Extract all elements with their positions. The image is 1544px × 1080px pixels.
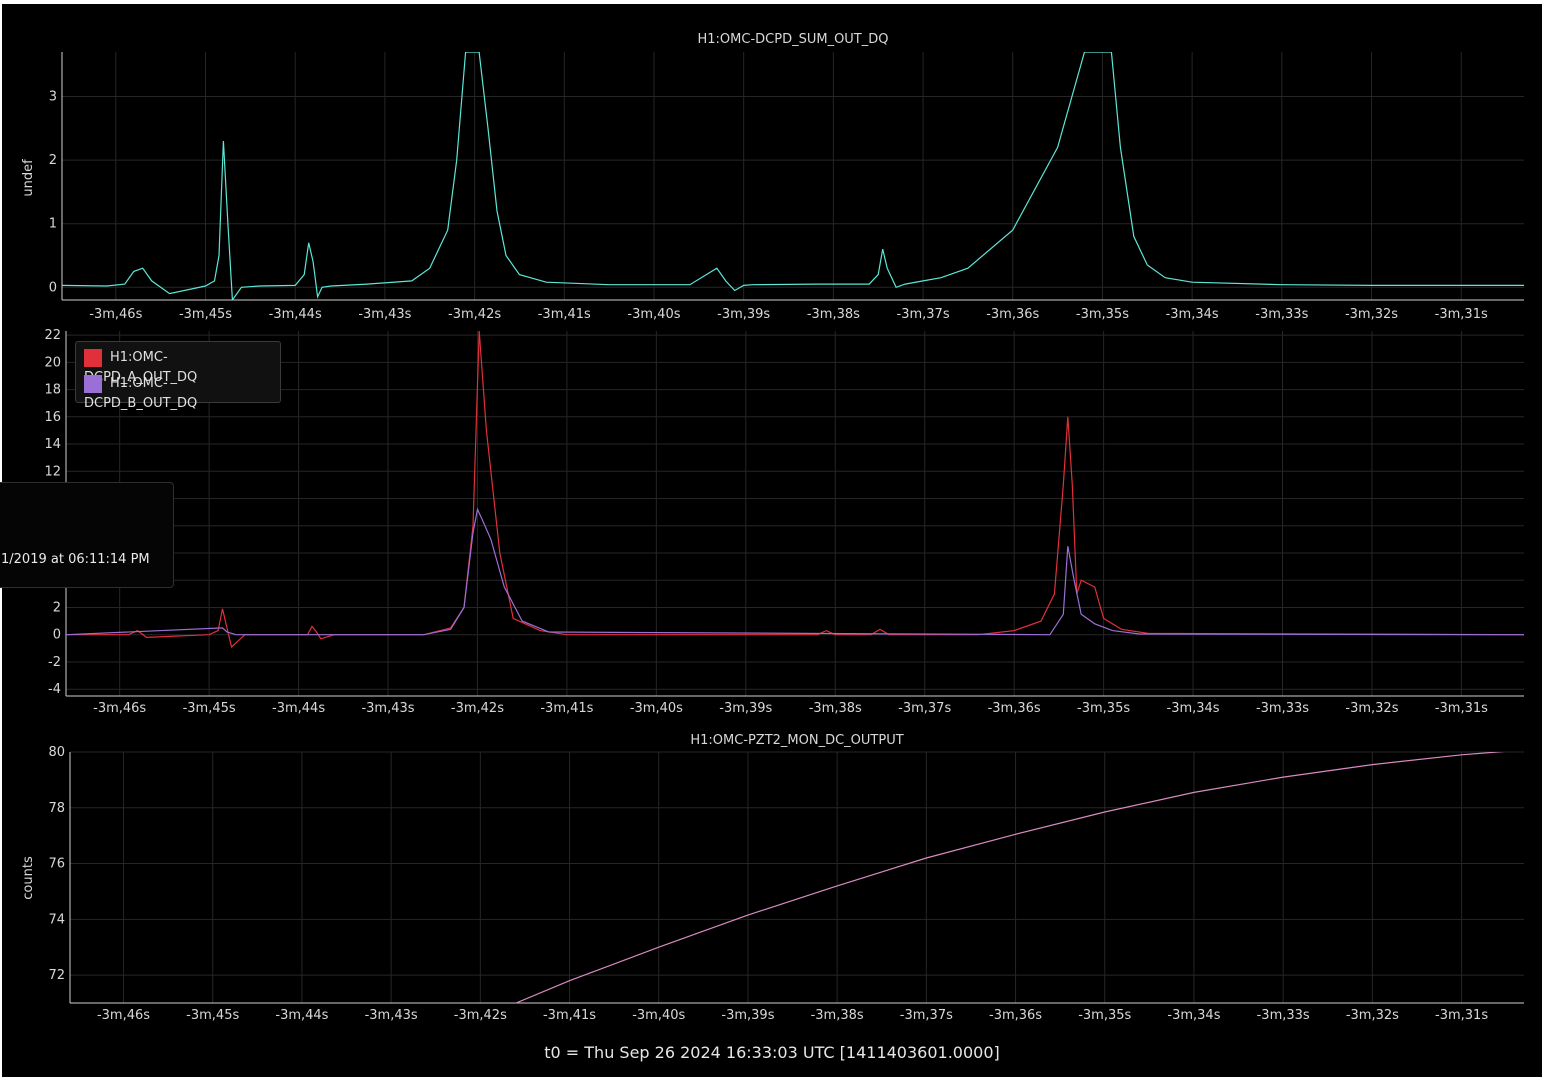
x-tick-label: -3m,32s [1345, 701, 1398, 716]
y-tick-label: 0 [53, 628, 61, 643]
x-tick-label: -3m,38s [811, 1008, 864, 1023]
x-tick-label: -3m,35s [1076, 307, 1129, 322]
y-tick-label: 2 [53, 600, 61, 615]
x-tick-label: -3m,44s [269, 307, 322, 322]
x-tick-label: -3m,33s [1255, 307, 1308, 322]
x-tick-label: -3m,44s [272, 701, 325, 716]
t0-label: t0 = Thu Sep 26 2024 16:33:03 UTC [14114… [544, 1043, 1000, 1062]
y-tick-label: 14 [44, 437, 61, 452]
x-tick-label: -3m,43s [361, 701, 414, 716]
y-tick-label: 80 [48, 745, 65, 760]
x-tick-label: -3m,36s [989, 1008, 1042, 1023]
x-tick-label: -3m,39s [719, 701, 772, 716]
x-tick-label: -3m,33s [1256, 701, 1309, 716]
x-tick-label: -3m,42s [451, 701, 504, 716]
legend: H1:OMC-DCPD_A_OUT_DQ H1:OMC-DCPD_B_OUT_D… [75, 341, 281, 411]
x-tick-label: -3m,34s [1167, 1008, 1220, 1023]
y-tick-label: 2 [49, 153, 57, 168]
x-tick-label: -3m,46s [89, 307, 142, 322]
panel-title: H1:OMC-DCPD_SUM_OUT_DQ [698, 32, 889, 47]
y-tick-label: 22 [44, 328, 61, 343]
x-tick-label: -3m,32s [1346, 1008, 1399, 1023]
x-tick-label: -3m,33s [1257, 1008, 1310, 1023]
plots-canvas[interactable]: 0123-3m,46s -3m,45s -3m,44s -3m,43s -3m,42s -… [0, 0, 1544, 1080]
x-tick-label: -3m,34s [1166, 307, 1219, 322]
x-tick-label: -3m,37s [897, 307, 950, 322]
x-tick-label: -3m,39s [717, 307, 770, 322]
y-tick-label: 0 [49, 280, 57, 295]
x-tick-label: -3m,45s [183, 701, 236, 716]
chart-panel-1: 0 1 2 3 -3m,46s -3m,45s -3m,44s -3m,43s -3m,42s -… [21, 32, 1524, 322]
legend-swatch-red [84, 348, 102, 367]
y-tick-label: 72 [48, 968, 65, 983]
x-tick-label: -3m,45s [186, 1008, 239, 1023]
x-tick-label: -3m,40s [627, 307, 680, 322]
y-tick-label: 3 [49, 90, 57, 105]
legend-swatch-purple [84, 374, 102, 393]
x-tick-label: -3m,40s [630, 701, 683, 716]
legend-item-dcpd-a[interactable]: H1:OMC-DCPD_A_OUT_DQ [84, 348, 280, 385]
x-tick-label: -3m,38s [807, 307, 860, 322]
x-tick-label: -3m,46s [97, 1008, 150, 1023]
x-tick-label: -3m,31s [1435, 701, 1488, 716]
x-tick-label: -3m,38s [809, 701, 862, 716]
x-tick-label: -3m,46s [93, 701, 146, 716]
x-tick-label: -3m,31s [1435, 307, 1488, 322]
y-tick-label: -2 [48, 655, 61, 670]
x-tick-label: -3m,43s [358, 307, 411, 322]
y-tick-label: 12 [44, 464, 61, 479]
y-tick-label: 20 [44, 355, 61, 370]
x-tick-label: -3m,41s [543, 1008, 596, 1023]
x-tick-label: -3m,42s [454, 1008, 507, 1023]
x-tick-label: -3m,35s [1077, 701, 1130, 716]
x-tick-label: -3m,39s [721, 1008, 774, 1023]
x-tick-label: -3m,40s [632, 1008, 685, 1023]
y-tick-label: -4 [48, 682, 61, 697]
y-tick-label: 1 [49, 217, 57, 232]
y-axis-label: counts [21, 856, 36, 900]
x-tick-label: -3m,36s [988, 701, 1041, 716]
x-tick-label: -3m,43s [365, 1008, 418, 1023]
x-tick-label: -3m,31s [1435, 1008, 1488, 1023]
y-tick-label: 78 [48, 801, 65, 816]
y-tick-label: 76 [48, 857, 65, 872]
chart-panel-3: 72 74 76 78 80 -3m,46s -3m,45s -3m,44s -3m,43s -3… [21, 733, 1524, 1023]
series-line-h1-omc-dcpd-a-out-dq[interactable] [66, 331, 1524, 649]
x-tick-label: -3m,44s [275, 1008, 328, 1023]
x-tick-label: -3m,32s [1345, 307, 1398, 322]
panel-title: H1:OMC-PZT2_MON_DC_OUTPUT [690, 733, 903, 748]
y-tick-label: 18 [44, 383, 61, 398]
y-axis-label: undef [21, 159, 36, 197]
x-tick-label: -3m,42s [448, 307, 501, 322]
tooltip-timestamp: 1/2019 at 06:11:14 PM [1, 552, 150, 567]
x-tick-label: -3m,37s [898, 701, 951, 716]
series-line-cyan[interactable] [62, 52, 1524, 300]
x-tick-label: -3m,41s [538, 307, 591, 322]
x-tick-label: -3m,34s [1167, 701, 1220, 716]
x-tick-label: -3m,41s [540, 701, 593, 716]
hover-tooltip: 1/2019 at 06:11:14 PM [0, 482, 174, 588]
y-tick-label: 16 [44, 410, 61, 425]
x-tick-label: -3m,36s [986, 307, 1039, 322]
x-tick-label: -3m,37s [900, 1008, 953, 1023]
x-tick-label: -3m,45s [179, 307, 232, 322]
y-tick-label: 74 [48, 912, 65, 927]
x-tick-label: -3m,35s [1078, 1008, 1131, 1023]
legend-item-dcpd-b[interactable]: H1:OMC-DCPD_B_OUT_DQ [84, 374, 280, 411]
series-line-h1-omc-dcpd-b-out-dq[interactable] [66, 507, 1524, 636]
